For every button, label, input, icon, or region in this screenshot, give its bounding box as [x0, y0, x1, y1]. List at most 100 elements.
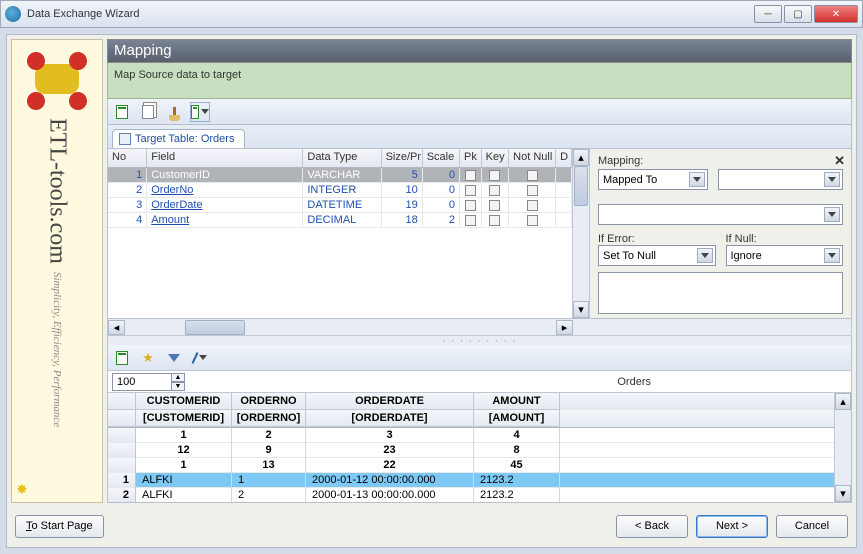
page-subtitle: Map Source data to target	[107, 63, 852, 99]
bind-orderdate[interactable]: [ORDERDATE]	[306, 410, 474, 427]
col-size[interactable]: Size/Pr	[382, 149, 423, 167]
copy-button[interactable]	[138, 102, 158, 122]
start-page-button[interactable]: To Start Page	[15, 515, 104, 538]
doc-icon	[191, 105, 199, 119]
broom-icon	[173, 107, 176, 117]
refresh-button[interactable]	[112, 102, 132, 122]
maximize-button[interactable]: ▢	[784, 5, 812, 23]
scroll-right-button[interactable]: ▸	[556, 320, 573, 335]
splitter-handle[interactable]: · · · · · · · · ·	[107, 336, 852, 345]
back-button[interactable]: < Back	[616, 515, 688, 538]
scroll-down-button[interactable]: ▾	[835, 485, 851, 502]
table-icon	[119, 133, 131, 145]
target-field-row[interactable]: 2OrderNoINTEGER100	[108, 183, 572, 198]
ifnull-label: If Null:	[726, 233, 844, 245]
bind-amount[interactable]: [AMOUNT]	[474, 410, 560, 427]
col-pk[interactable]: Pk	[460, 149, 482, 167]
col-notnull[interactable]: Not Null	[509, 149, 556, 167]
scroll-left-button[interactable]: ◂	[108, 320, 125, 335]
tab-label: Target Table: Orders	[135, 133, 234, 145]
data-vscrollbar[interactable]: ▴ ▾	[834, 393, 851, 502]
brand-logo-icon	[27, 48, 87, 108]
top-toolbar	[107, 99, 852, 125]
iferror-label: If Error:	[598, 233, 716, 245]
bind-orderno[interactable]: [ORDERNO]	[232, 410, 306, 427]
chevron-down-icon	[697, 248, 713, 263]
tab-bar: Target Table: Orders	[107, 125, 852, 149]
table-name-label: Orders	[617, 376, 651, 388]
col-orderno[interactable]: ORDERNO	[232, 393, 306, 410]
col-datatype[interactable]: Data Type	[303, 149, 381, 167]
summary-row: 1132245	[108, 458, 834, 473]
chevron-down-icon	[689, 172, 705, 187]
chevron-down-icon	[824, 248, 840, 263]
data-row[interactable]: 1ALFKI12000-01-12 00:00:00.0002123.2	[108, 473, 834, 488]
col-d[interactable]: D	[556, 149, 572, 167]
close-button[interactable]: ✕	[814, 5, 858, 23]
window-title: Data Exchange Wizard	[27, 8, 754, 20]
options-button[interactable]	[190, 102, 210, 122]
minimize-button[interactable]: ─	[754, 5, 782, 23]
copy-icon	[142, 105, 154, 119]
data-toolbar: ★	[108, 345, 851, 371]
titlebar: Data Exchange Wizard ─ ▢ ✕	[0, 0, 863, 28]
ifnull-combo[interactable]: Ignore	[726, 245, 844, 266]
tab-target-table[interactable]: Target Table: Orders	[112, 129, 245, 148]
col-amount[interactable]: AMOUNT	[474, 393, 560, 410]
cancel-button[interactable]: Cancel	[776, 515, 848, 538]
reload-data-button[interactable]	[112, 348, 132, 368]
chevron-down-icon	[201, 109, 209, 114]
brand-banner: ETL-tools.com Simplicity, Efficiency, Pe…	[11, 39, 103, 503]
target-field-row[interactable]: 3OrderDateDATETIME190	[108, 198, 572, 213]
funnel-icon	[168, 354, 180, 362]
col-rownum[interactable]	[108, 393, 136, 410]
summary-row: 1234	[108, 428, 834, 443]
scroll-down-button[interactable]: ▾	[573, 301, 589, 318]
col-orderdate[interactable]: ORDERDATE	[306, 393, 474, 410]
grid-hscrollbar[interactable]: ◂ ▸	[107, 319, 852, 336]
mapping-label: Mapping:	[598, 155, 843, 167]
brand-tagline: Simplicity, Efficiency, Performance	[51, 272, 63, 427]
star-icon: ✸	[16, 481, 28, 498]
panel-close-button[interactable]: ✕	[834, 153, 845, 169]
col-key[interactable]: Key	[482, 149, 510, 167]
brand-name: ETL-tools.com	[44, 118, 71, 264]
data-row[interactable]: 2ALFKI22000-01-13 00:00:00.0002123.2	[108, 488, 834, 502]
target-field-row[interactable]: 4AmountDECIMAL182	[108, 213, 572, 228]
col-customerid[interactable]: CUSTOMERID	[136, 393, 232, 410]
col-no[interactable]: No	[108, 149, 147, 167]
mapping-mode-combo[interactable]: Mapped To	[598, 169, 708, 190]
pen-icon	[191, 352, 198, 364]
bookmark-button[interactable]: ★	[138, 348, 158, 368]
bind-customerid[interactable]: [CUSTOMERID]	[136, 410, 232, 427]
chevron-down-icon	[824, 207, 840, 222]
star-icon: ★	[142, 351, 154, 364]
scroll-up-button[interactable]: ▴	[573, 149, 589, 166]
target-fields-grid[interactable]: No Field Data Type Size/Pr Scale Pk Key …	[108, 149, 572, 318]
edit-button[interactable]	[190, 348, 210, 368]
iferror-combo[interactable]: Set To Null	[598, 245, 716, 266]
mapping-expression-combo[interactable]	[598, 204, 843, 225]
col-scale[interactable]: Scale	[423, 149, 460, 167]
filter-button[interactable]	[164, 348, 184, 368]
mapping-textarea[interactable]	[598, 272, 843, 314]
reload-icon	[116, 351, 128, 365]
scroll-thumb[interactable]	[185, 320, 245, 335]
data-preview-grid[interactable]: CUSTOMERID ORDERNO ORDERDATE AMOUNT [CUS…	[108, 393, 851, 502]
scroll-thumb[interactable]	[574, 166, 588, 206]
mapping-target-combo[interactable]	[718, 169, 843, 190]
summary-row: 129238	[108, 443, 834, 458]
mapping-panel: ✕ Mapping: Mapped To If Error: Set To Nu…	[589, 149, 851, 318]
app-icon	[5, 6, 21, 22]
row-limit-input[interactable]: 100	[112, 373, 172, 391]
scroll-up-button[interactable]: ▴	[835, 393, 851, 410]
refresh-icon	[116, 105, 128, 119]
chevron-down-icon	[824, 172, 840, 187]
next-button[interactable]: Next >	[696, 515, 768, 538]
clear-button[interactable]	[164, 102, 184, 122]
target-field-row[interactable]: 1CustomerIDVARCHAR50	[108, 168, 572, 183]
col-field[interactable]: Field	[147, 149, 303, 167]
row-limit-spinner[interactable]: ▲▼	[171, 373, 185, 391]
grid-vscrollbar[interactable]: ▴ ▾	[572, 149, 589, 318]
wizard-buttons: To Start Page < Back Next > Cancel	[11, 511, 852, 541]
